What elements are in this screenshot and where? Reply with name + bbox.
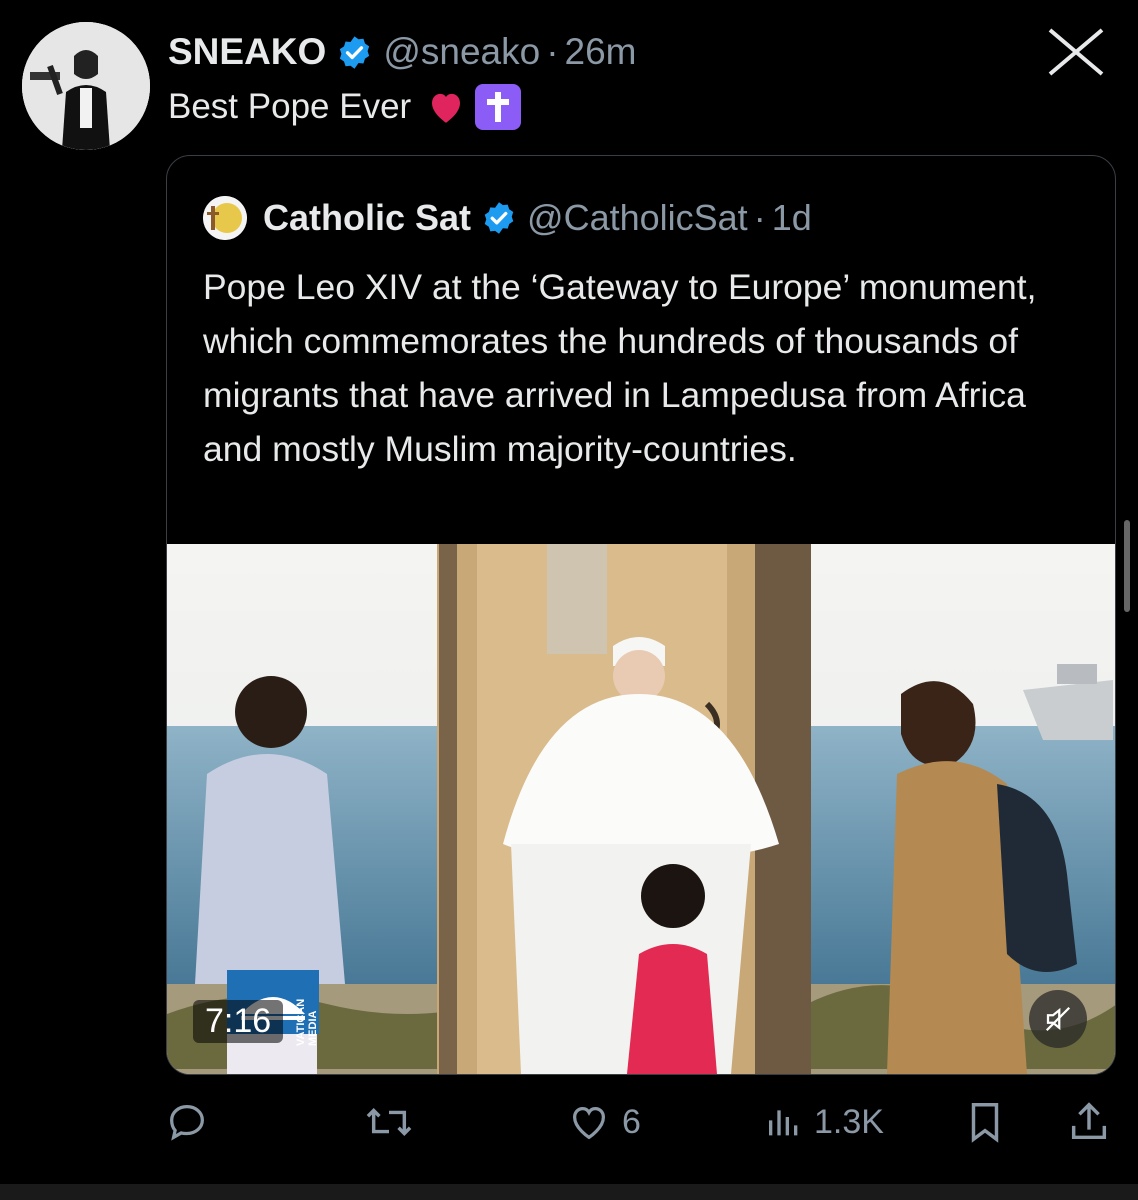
author-name[interactable]: SNEAKO bbox=[168, 31, 326, 73]
like-count: 6 bbox=[622, 1102, 641, 1141]
bookmark-button[interactable] bbox=[962, 1090, 1008, 1154]
avatar-photo bbox=[22, 22, 150, 150]
views-button[interactable]: 1.3K bbox=[764, 1090, 884, 1154]
close-button[interactable] bbox=[1036, 22, 1116, 82]
quoted-text: Pope Leo XIV at the ‘Gateway to Europe’ … bbox=[203, 267, 1037, 469]
mute-icon bbox=[1045, 1006, 1071, 1032]
scrollbar[interactable] bbox=[1124, 520, 1130, 612]
reply-icon bbox=[170, 1105, 204, 1141]
verified-badge-icon bbox=[484, 202, 514, 234]
views-icon bbox=[769, 1110, 798, 1136]
retweet-icon bbox=[366, 1108, 412, 1136]
action-bar: 6 1.3K bbox=[0, 1090, 1138, 1154]
red-heart-icon bbox=[432, 93, 461, 123]
vatican-media-watermark: VATICAN MEDIA bbox=[295, 998, 319, 1046]
catholic-sat-logo-icon bbox=[203, 196, 247, 240]
views-count: 1.3K bbox=[814, 1102, 884, 1141]
separator-dot: · bbox=[753, 197, 766, 238]
retweet-button[interactable] bbox=[364, 1090, 424, 1154]
video-player[interactable]: VATICAN MEDIA 7:16 bbox=[167, 544, 1115, 1074]
share-icon bbox=[1071, 1102, 1107, 1140]
reply-button[interactable] bbox=[164, 1090, 220, 1154]
quoted-tweet[interactable]: Catholic Sat @CatholicSat · 1d Pope Leo … bbox=[166, 155, 1116, 1075]
separator-dot: · bbox=[546, 31, 559, 72]
video-duration: 7:16 bbox=[193, 1000, 284, 1043]
author-handle[interactable]: @sneako bbox=[383, 31, 540, 73]
like-button[interactable]: 6 bbox=[566, 1090, 641, 1154]
tweet-header: SNEAKO @sneako · 26m bbox=[168, 28, 637, 76]
quoted-header: Catholic Sat @CatholicSat · 1d bbox=[203, 196, 812, 240]
quoted-time[interactable]: 1d bbox=[772, 197, 812, 239]
bottom-bar bbox=[0, 1184, 1138, 1200]
mute-button[interactable] bbox=[1029, 990, 1087, 1048]
tweet-text-row: Best Pope Ever bbox=[168, 84, 522, 130]
tweet-time[interactable]: 26m bbox=[565, 31, 637, 73]
tweet-text: Best Pope Ever bbox=[168, 87, 412, 126]
quoted-author-name[interactable]: Catholic Sat bbox=[263, 197, 471, 239]
latin-cross-icon bbox=[475, 84, 522, 130]
close-x-icon bbox=[1048, 28, 1104, 76]
verified-badge-icon bbox=[340, 35, 370, 69]
quoted-avatar[interactable] bbox=[203, 196, 247, 240]
author-avatar[interactable] bbox=[22, 22, 150, 150]
bookmark-icon bbox=[971, 1103, 999, 1143]
quoted-author-handle[interactable]: @CatholicSat bbox=[527, 197, 748, 239]
share-button[interactable] bbox=[1066, 1090, 1112, 1154]
like-icon bbox=[572, 1106, 606, 1140]
